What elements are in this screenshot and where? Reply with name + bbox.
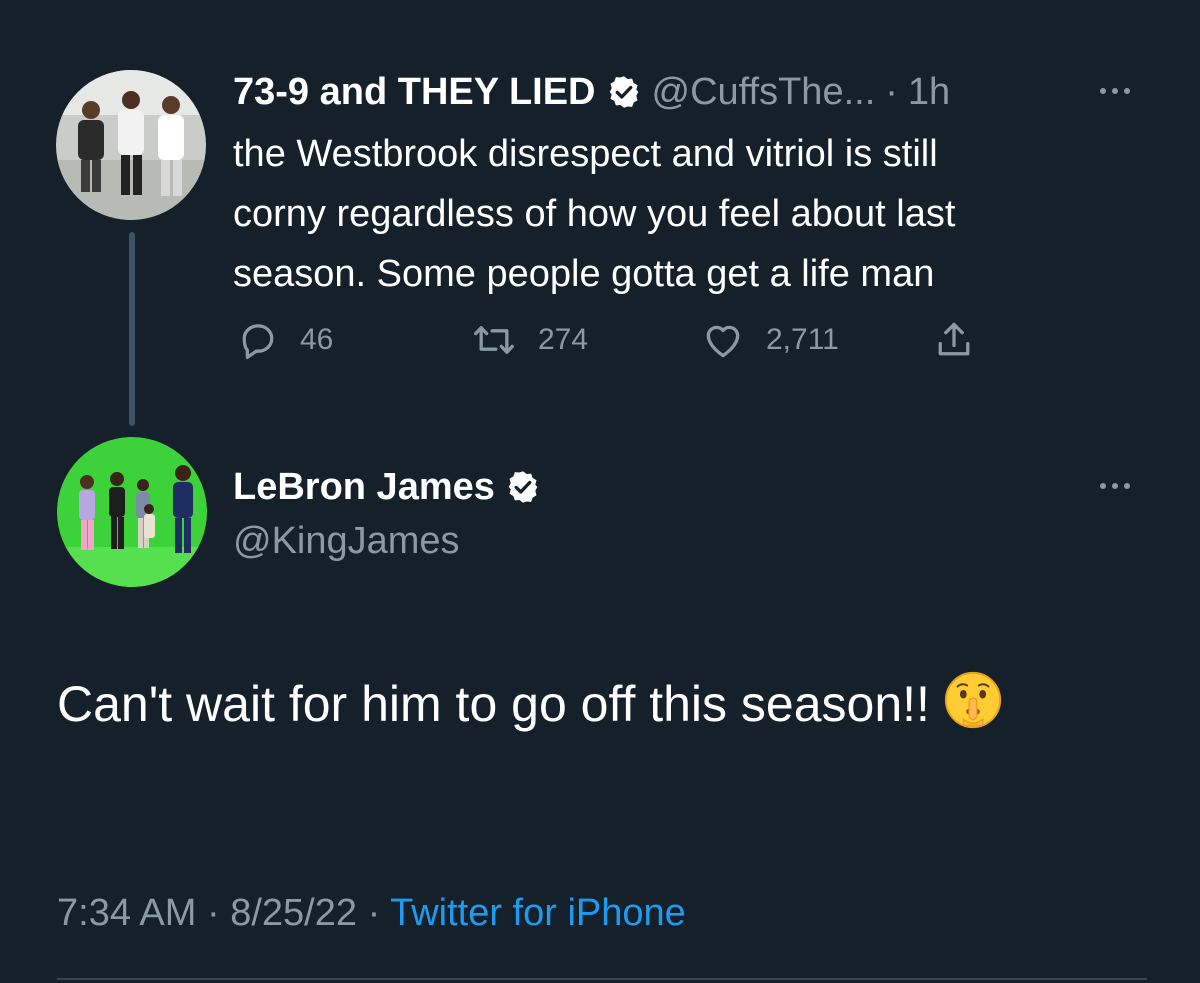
more-options-button[interactable] [1100,88,1130,94]
verified-badge-icon [505,469,541,505]
like-count: 2,711 [766,323,839,356]
dot-icon [1112,88,1118,94]
meta-separator: · [206,892,220,934]
heart-icon [706,325,740,358]
shushing-face-emoji [942,669,1004,756]
dot-icon [1124,88,1130,94]
parent-tweet-text: the Westbrook disrespect and vitriol is … [233,133,956,295]
divider [57,978,1147,980]
meta-separator: · [367,892,381,934]
tweet-date[interactable]: 8/25/22 [230,892,357,934]
verified-badge-icon [606,74,642,110]
parent-handle[interactable]: @CuffsThe... [652,71,876,114]
tweet-timestamp-row: 7:34 AM · 8/25/22 · Twitter for iPhone [57,892,686,935]
thread-connector-line [129,232,135,426]
reply-icon [242,324,274,360]
tweet-source-link[interactable]: Twitter for iPhone [390,892,686,934]
retweet-icon [474,326,514,354]
main-handle[interactable]: @KingJames [233,520,460,563]
main-display-name[interactable]: LeBron James [233,466,495,509]
reply-button[interactable]: 46 [236,318,333,362]
share-button[interactable] [932,318,976,362]
retweet-count: 274 [538,323,589,356]
dot-icon [1100,483,1106,489]
main-tweet-body: Can't wait for him to go off this season… [57,676,930,732]
dot-icon [1112,483,1118,489]
reply-count: 46 [300,323,334,356]
like-button[interactable]: 2,711 [700,318,839,362]
avatar[interactable] [57,437,207,587]
more-options-button[interactable] [1100,483,1130,489]
main-tweet-text: Can't wait for him to go off this season… [57,662,1057,756]
parent-tweet-header: 73-9 and THEY LIED @CuffsThe... · 1h [233,66,950,118]
parent-display-name[interactable]: 73-9 and THEY LIED [233,71,596,114]
parent-time-ago[interactable]: 1h [908,71,950,114]
meta-separator: · [885,70,898,113]
avatar[interactable] [56,70,206,220]
dot-icon [1124,483,1130,489]
main-tweet-author: LeBron James [233,462,541,512]
tweet-time[interactable]: 7:34 AM [57,892,196,934]
retweet-button[interactable]: 274 [470,318,588,362]
dot-icon [1100,88,1106,94]
share-icon [938,322,970,356]
